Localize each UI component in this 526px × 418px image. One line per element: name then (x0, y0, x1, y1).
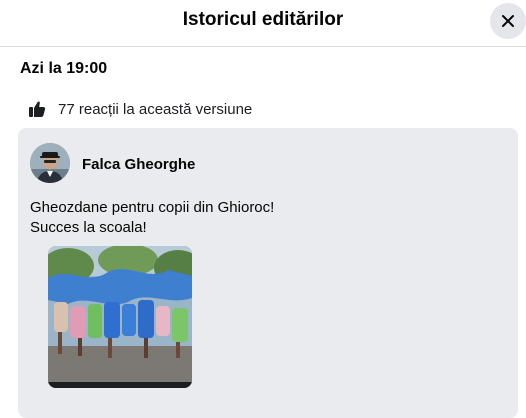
post-text-line: Succes la scoala! (30, 219, 147, 236)
like-icon (29, 101, 46, 117)
dialog-title: Istoricul editărilor (182, 9, 344, 30)
close-button[interactable] (490, 3, 526, 39)
post-photo[interactable] (48, 246, 192, 388)
avatar[interactable] (30, 143, 70, 183)
dialog-header: Istoricul editărilor (0, 0, 526, 47)
post-text-line: Gheozdane pentru copii din Ghioroc! (30, 199, 275, 216)
post-version-card: Falca Gheorghe Gheozdane pentru copii di… (18, 128, 518, 418)
post-author[interactable]: Falca Gheorghe (82, 156, 195, 173)
close-icon (502, 15, 514, 27)
edit-timestamp: Azi la 19:00 (20, 60, 108, 77)
reactions-count-text[interactable]: 77 reacții la această versiune (58, 101, 252, 118)
post-text: Gheozdane pentru copii din Ghioroc! Succ… (30, 198, 274, 238)
